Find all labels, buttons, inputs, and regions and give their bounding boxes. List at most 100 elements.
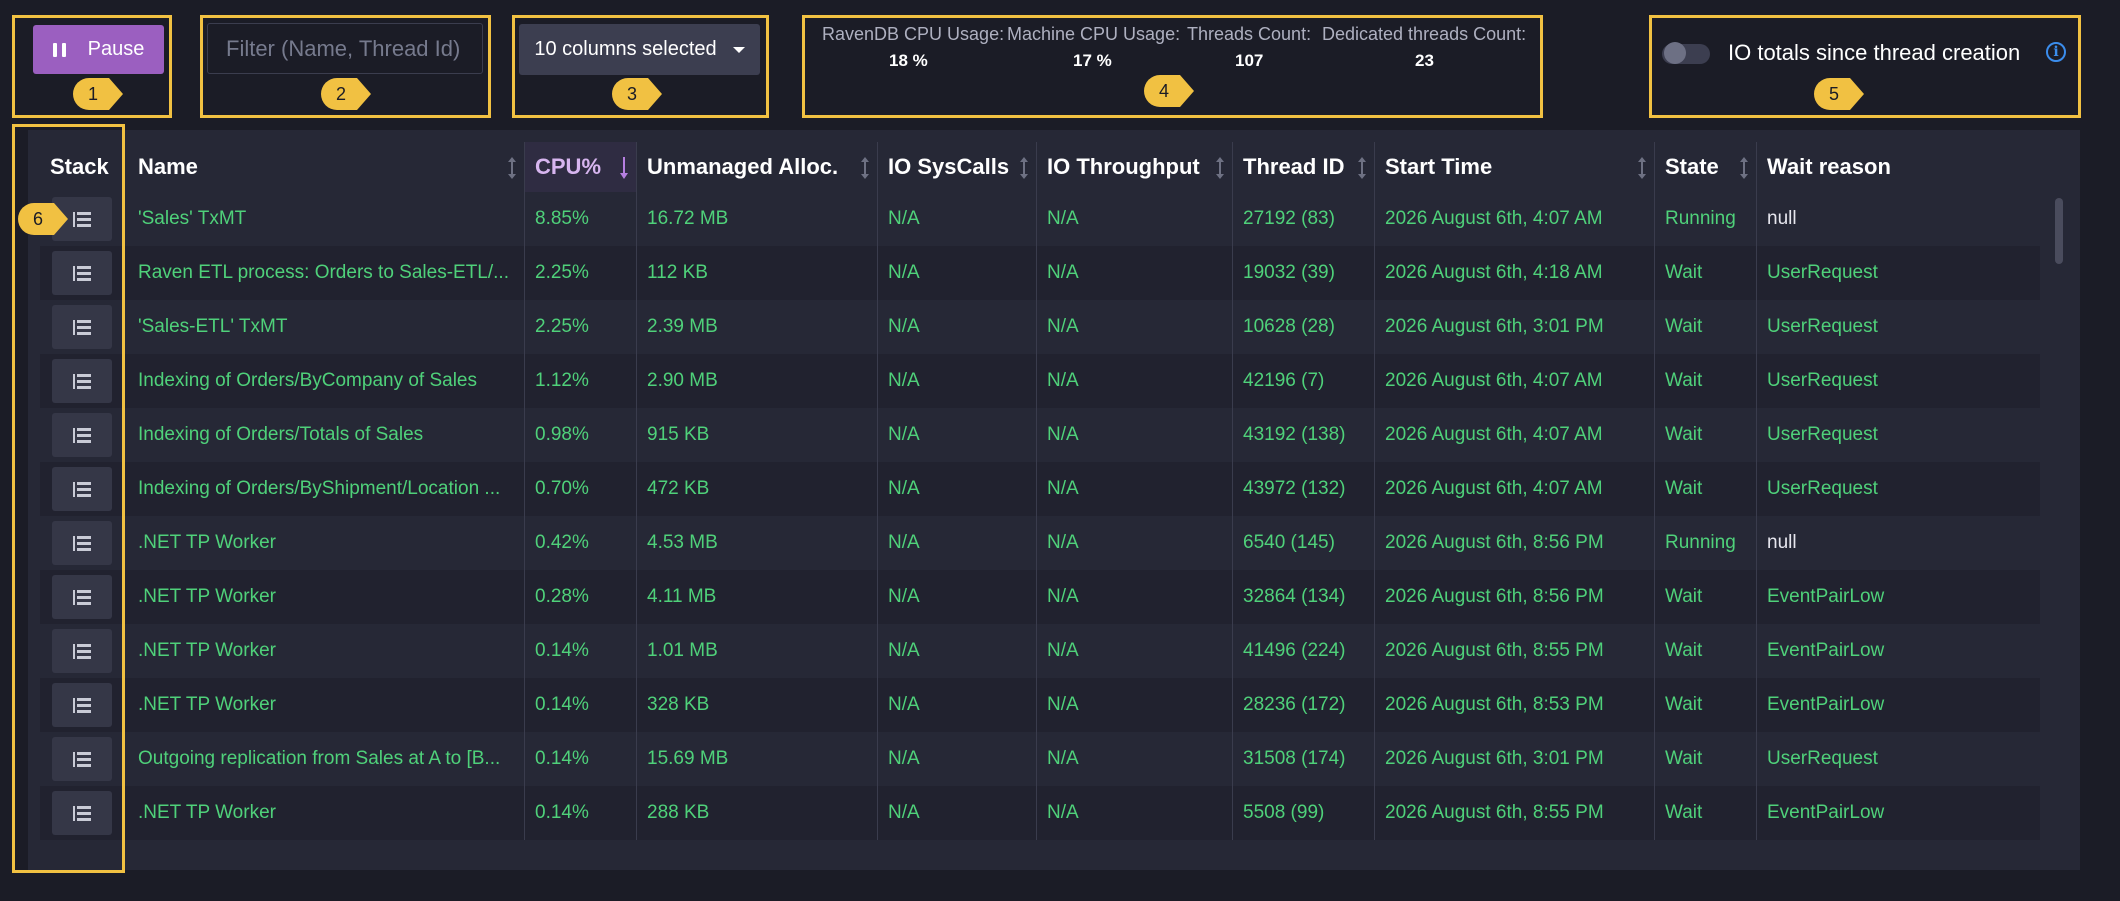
cell-state: Wait <box>1655 300 1757 354</box>
table-row[interactable]: .NET TP Worker 0.14% 1.01 MB N/A N/A 41496 (2… <box>40 624 2040 678</box>
column-header-cpu[interactable]: CPU% <box>525 142 637 192</box>
sort-icon[interactable] <box>1216 157 1224 179</box>
column-header-unmanaged-alloc[interactable]: Unmanaged Alloc. <box>637 142 878 192</box>
cell-cpu: 0.28% <box>525 570 637 624</box>
cell-start-time: 2026 August 6th, 8:55 PM <box>1375 786 1655 840</box>
cell-io-throughput: N/A <box>1037 246 1233 300</box>
cell-start-time: 2026 August 6th, 4:07 AM <box>1375 354 1655 408</box>
cell-thread-id: 28236 (172) <box>1233 678 1375 732</box>
sort-icon[interactable] <box>1740 157 1748 179</box>
sort-icon[interactable] <box>508 157 516 179</box>
cell-name: Indexing of Orders/ByShipment/Location .… <box>128 462 525 516</box>
cell-start-time: 2026 August 6th, 3:01 PM <box>1375 300 1655 354</box>
cell-io-throughput: N/A <box>1037 732 1233 786</box>
cell-state: Wait <box>1655 408 1757 462</box>
cell-io-throughput: N/A <box>1037 678 1233 732</box>
column-header-thread-id[interactable]: Thread ID <box>1233 142 1375 192</box>
cell-state: Wait <box>1655 732 1757 786</box>
cell-name: .NET TP Worker <box>128 624 525 678</box>
cell-io-throughput: N/A <box>1037 192 1233 246</box>
cell-unmanaged-alloc: 288 KB <box>637 786 878 840</box>
cell-io-throughput: N/A <box>1037 408 1233 462</box>
column-header-io-throughput[interactable]: IO Throughput <box>1037 142 1233 192</box>
cell-io-syscalls: N/A <box>878 300 1037 354</box>
cell-start-time: 2026 August 6th, 8:56 PM <box>1375 570 1655 624</box>
table-row[interactable]: Indexing of Orders/ByCompany of Sales 1.1… <box>40 354 2040 408</box>
table-row[interactable]: Outgoing replication from Sales at A to … <box>40 732 2040 786</box>
sort-icon[interactable] <box>1358 157 1366 179</box>
cell-cpu: 0.42% <box>525 516 637 570</box>
sort-icon[interactable] <box>1020 157 1028 179</box>
cell-io-syscalls: N/A <box>878 678 1037 732</box>
cell-wait-reason: EventPairLow <box>1767 694 1885 715</box>
cell-io-throughput: N/A <box>1037 786 1233 840</box>
table-row[interactable]: Raven ETL process: Orders to Sales-ETL/.… <box>40 246 2040 300</box>
table-row[interactable]: Indexing of Orders/ByShipment/Location .… <box>40 462 2040 516</box>
cell-wait-reason: null <box>1767 208 1797 229</box>
cell-wait-reason: UserRequest <box>1767 316 1878 337</box>
cell-unmanaged-alloc: 112 KB <box>637 246 878 300</box>
cell-thread-id: 42196 (7) <box>1233 354 1375 408</box>
cell-unmanaged-alloc: 328 KB <box>637 678 878 732</box>
cell-io-syscalls: N/A <box>878 462 1037 516</box>
cell-cpu: 0.14% <box>525 624 637 678</box>
table-row[interactable]: .NET TP Worker 0.14% 328 KB N/A N/A 28236 (17… <box>40 678 2040 732</box>
cell-thread-id: 6540 (145) <box>1233 516 1375 570</box>
cell-io-syscalls: N/A <box>878 408 1037 462</box>
cell-state: Wait <box>1655 624 1757 678</box>
cell-state: Wait <box>1655 246 1757 300</box>
cell-name: Indexing of Orders/Totals of Sales <box>128 408 525 462</box>
cell-name: .NET TP Worker <box>128 516 525 570</box>
cell-state: Wait <box>1655 678 1757 732</box>
table-header: Stack Name CPU% Unmanaged Alloc. IO SysC… <box>40 142 2040 192</box>
cell-cpu: 0.14% <box>525 786 637 840</box>
cell-start-time: 2026 August 6th, 8:53 PM <box>1375 678 1655 732</box>
cell-unmanaged-alloc: 2.90 MB <box>637 354 878 408</box>
column-header-label: Unmanaged Alloc. <box>647 154 839 179</box>
cell-unmanaged-alloc: 4.11 MB <box>637 570 878 624</box>
column-header-start-time[interactable]: Start Time <box>1375 142 1655 192</box>
sort-icon[interactable] <box>1638 157 1646 179</box>
sort-icon[interactable] <box>861 157 869 179</box>
cell-thread-id: 10628 (28) <box>1233 300 1375 354</box>
cell-start-time: 2026 August 6th, 4:07 AM <box>1375 462 1655 516</box>
cell-unmanaged-alloc: 4.53 MB <box>637 516 878 570</box>
column-header-wait-reason: Wait reason <box>1757 142 2040 192</box>
cell-io-syscalls: N/A <box>878 354 1037 408</box>
table-row[interactable]: 'Sales' TxMT 8.85% 16.72 MB N/A N/A 27192 (83… <box>40 192 2040 246</box>
table-row[interactable]: .NET TP Worker 0.28% 4.11 MB N/A N/A 32864 (1… <box>40 570 2040 624</box>
cell-start-time: 2026 August 6th, 8:55 PM <box>1375 624 1655 678</box>
cell-thread-id: 43192 (138) <box>1233 408 1375 462</box>
table-row[interactable]: .NET TP Worker 0.42% 4.53 MB N/A N/A 6540 (14… <box>40 516 2040 570</box>
column-header-name[interactable]: Name <box>128 142 525 192</box>
column-header-label: Wait reason <box>1767 154 1891 179</box>
cell-name: Raven ETL process: Orders to Sales-ETL/.… <box>128 246 525 300</box>
cell-wait-reason: UserRequest <box>1767 424 1878 445</box>
cell-start-time: 2026 August 6th, 4:07 AM <box>1375 408 1655 462</box>
column-header-io-syscalls[interactable]: IO SysCalls <box>878 142 1037 192</box>
cell-wait-reason: UserRequest <box>1767 370 1878 391</box>
column-header-state[interactable]: State <box>1655 142 1757 192</box>
scroll-track <box>2050 190 2068 860</box>
table-row[interactable]: .NET TP Worker 0.14% 288 KB N/A N/A 5508 (99)… <box>40 786 2040 840</box>
cell-cpu: 0.14% <box>525 732 637 786</box>
column-header-label: Start Time <box>1385 154 1493 179</box>
cell-thread-id: 43972 (132) <box>1233 462 1375 516</box>
sort-descending-icon[interactable] <box>620 157 628 179</box>
cell-wait-reason: UserRequest <box>1767 262 1878 283</box>
cell-name: 'Sales-ETL' TxMT <box>128 300 525 354</box>
cell-start-time: 2026 August 6th, 4:18 AM <box>1375 246 1655 300</box>
vertical-scrollbar[interactable] <box>2055 198 2063 264</box>
cell-unmanaged-alloc: 1.01 MB <box>637 624 878 678</box>
annotation-box-6 <box>12 124 125 873</box>
cell-unmanaged-alloc: 2.39 MB <box>637 300 878 354</box>
cell-name: Indexing of Orders/ByCompany of Sales <box>128 354 525 408</box>
cell-unmanaged-alloc: 15.69 MB <box>637 732 878 786</box>
column-header-label: CPU% <box>535 154 602 179</box>
cell-thread-id: 5508 (99) <box>1233 786 1375 840</box>
cell-thread-id: 27192 (83) <box>1233 192 1375 246</box>
table-row[interactable]: Indexing of Orders/Totals of Sales 0.98% 9… <box>40 408 2040 462</box>
table-row[interactable]: 'Sales-ETL' TxMT 2.25% 2.39 MB N/A N/A 10628 … <box>40 300 2040 354</box>
cell-cpu: 0.14% <box>525 678 637 732</box>
cell-thread-id: 19032 (39) <box>1233 246 1375 300</box>
